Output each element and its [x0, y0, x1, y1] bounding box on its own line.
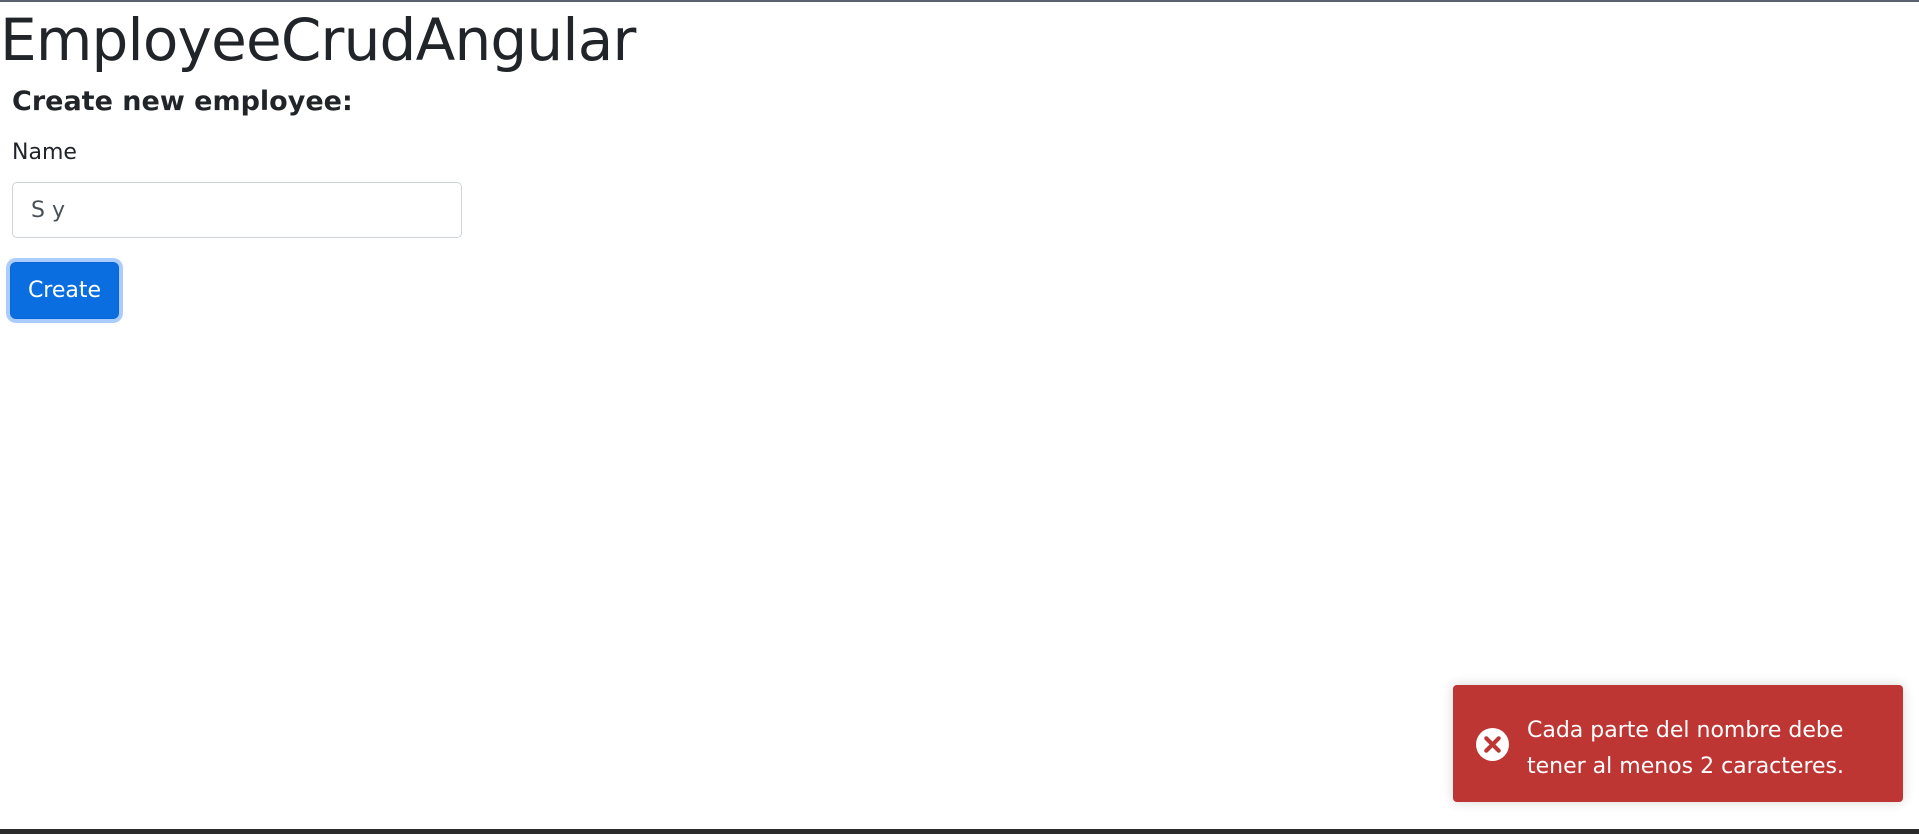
bottom-border: [0, 829, 1919, 834]
close-circle-icon: [1476, 728, 1509, 761]
name-label: Name: [12, 140, 77, 165]
app-title: EmployeeCrudAngular: [0, 6, 636, 74]
error-toast[interactable]: Cada parte del nombre debe tener al meno…: [1453, 685, 1903, 802]
name-input[interactable]: [12, 182, 462, 238]
form-section-title: Create new employee:: [12, 86, 353, 117]
top-border: [0, 0, 1919, 2]
create-button[interactable]: Create: [10, 262, 119, 319]
toast-message: Cada parte del nombre debe tener al meno…: [1527, 718, 1844, 779]
